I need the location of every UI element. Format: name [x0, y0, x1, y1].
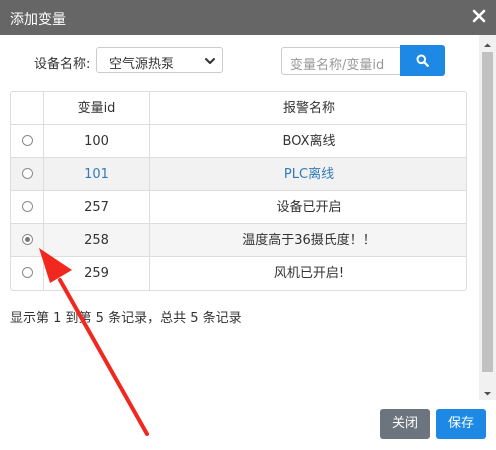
- device-select[interactable]: 空气源热泵: [96, 47, 223, 73]
- row-radio[interactable]: [22, 135, 33, 146]
- dialog-title: 添加变量: [10, 12, 66, 28]
- column-header-select: [11, 92, 44, 125]
- device-name-label: 设备名称:: [34, 57, 91, 72]
- row-variable-id: 259: [44, 257, 150, 290]
- scrollbar-thumb[interactable]: [482, 52, 493, 372]
- search-input[interactable]: 变量名称/变量id: [281, 47, 401, 75]
- row-variable-id: 100: [44, 125, 150, 158]
- row-alarm-name: 温度高于36摄氏度！！: [242, 233, 376, 248]
- dialog-titlebar: 添加变量: [0, 0, 496, 35]
- row-variable-id: 101: [44, 158, 150, 191]
- row-variable-id: 257: [44, 191, 150, 224]
- search-icon: [416, 54, 429, 67]
- close-icon[interactable]: [472, 6, 486, 26]
- row-radio[interactable]: [22, 201, 33, 212]
- row-alarm-name: BOX离线: [282, 134, 336, 149]
- dialog-content: 设备名称: 空气源热泵 变量名称/变量id 变量id 报警名称 100 BOX离…: [0, 35, 479, 395]
- column-header-variable-id[interactable]: 变量id: [44, 92, 150, 125]
- device-select-value: 空气源热泵: [109, 57, 175, 72]
- column-header-alarm-name[interactable]: 报警名称: [150, 92, 466, 125]
- table-row-selected[interactable]: 258 温度高于36摄氏度！！: [11, 224, 466, 257]
- chevron-down-icon: [204, 55, 216, 65]
- table-row[interactable]: 101 PLC离线: [11, 158, 466, 191]
- variable-table: 变量id 报警名称 100 BOX离线 101 PLC离线 257 设备已开启: [10, 91, 467, 291]
- row-alarm-name: 风机已开启!: [273, 266, 345, 281]
- search-button[interactable]: [400, 45, 445, 76]
- scroll-down-icon[interactable]: [483, 387, 492, 396]
- close-button[interactable]: 关闭: [380, 409, 430, 439]
- vertical-scrollbar[interactable]: [479, 35, 496, 400]
- search-placeholder: 变量名称/变量id: [290, 58, 385, 73]
- table-header: 变量id 报警名称: [11, 92, 466, 125]
- row-radio-checked[interactable]: [22, 234, 33, 245]
- add-variable-dialog: 添加变量 设备名称: 空气源热泵 变量名称/变量id 变量id 报警名称 100…: [0, 0, 496, 450]
- row-alarm-name: PLC离线: [283, 167, 335, 182]
- dialog-footer: 关闭 保存: [0, 400, 496, 450]
- table-row[interactable]: 259 风机已开启!: [11, 257, 466, 290]
- pagination-summary: 显示第 1 到第 5 条记录，总共 5 条记录: [10, 311, 242, 326]
- row-alarm-name: 设备已开启: [276, 200, 342, 215]
- save-button[interactable]: 保存: [436, 409, 486, 439]
- scroll-up-icon[interactable]: [483, 39, 492, 48]
- row-radio[interactable]: [22, 267, 33, 278]
- row-variable-id: 258: [44, 224, 150, 257]
- table-row[interactable]: 100 BOX离线: [11, 125, 466, 158]
- table-row[interactable]: 257 设备已开启: [11, 191, 466, 224]
- row-radio[interactable]: [22, 168, 33, 179]
